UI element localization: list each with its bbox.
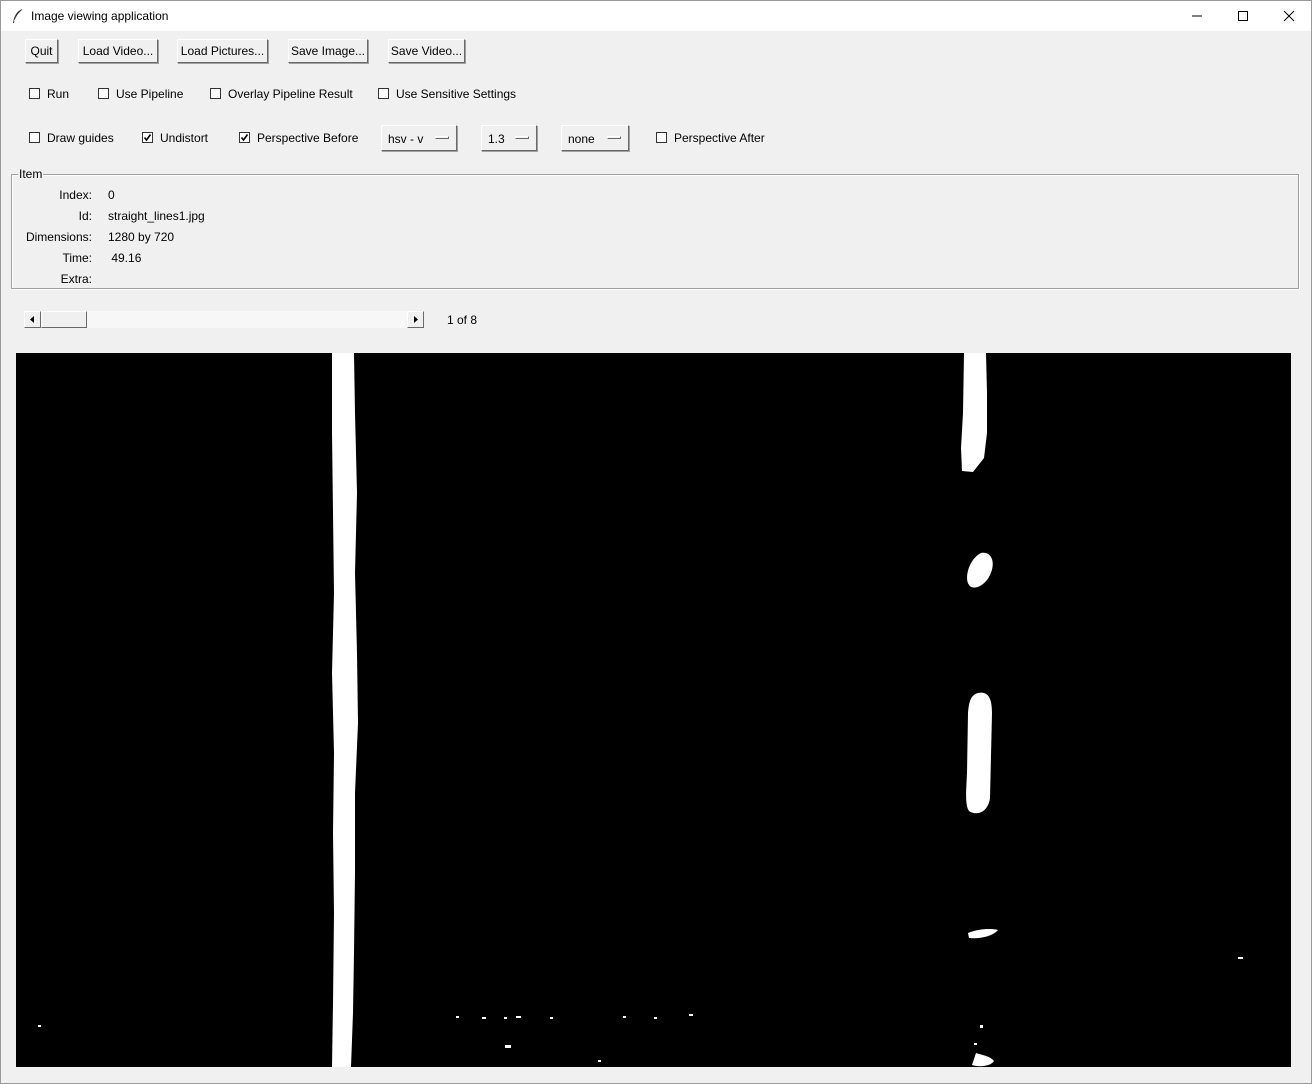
quit-button[interactable]: Quit: [25, 39, 58, 63]
item-frame: Item Index: 0 Id: straight_lines1.jpg Di…: [11, 167, 1299, 289]
right-lane-dash-2: [967, 552, 993, 588]
draw-guides-checkbox[interactable]: Draw guides: [29, 130, 129, 146]
checkmark-icon: [143, 134, 152, 142]
perspective-before-checkbox[interactable]: Perspective Before: [239, 130, 369, 146]
run-label: Run: [47, 87, 70, 101]
undistort-checkbox-box[interactable]: [142, 132, 153, 143]
maximize-button[interactable]: [1220, 1, 1266, 31]
sensitive-settings-label: Use Sensitive Settings: [396, 87, 517, 101]
dropdown-indicator-icon: [435, 136, 449, 139]
use-pipeline-checkbox-box[interactable]: [98, 88, 109, 99]
index-label: Index:: [59, 188, 92, 202]
sensitive-settings-checkbox-box[interactable]: [378, 88, 389, 99]
right-lane-dash-5: [972, 1053, 994, 1067]
minimize-button[interactable]: [1174, 1, 1220, 31]
binary-lane-image: [38, 353, 1243, 1067]
close-button[interactable]: [1266, 1, 1312, 31]
noise-specks: [38, 957, 1243, 1062]
title-bar[interactable]: Image viewing application: [1, 1, 1311, 31]
filter-select[interactable]: none: [561, 125, 629, 151]
color-space-select[interactable]: hsv - v: [381, 125, 457, 151]
left-lane-line: [332, 353, 358, 1067]
run-checkbox[interactable]: Run: [29, 86, 89, 102]
scale-value: 1.3: [488, 132, 505, 146]
scale-select[interactable]: 1.3: [481, 125, 537, 151]
image-display[interactable]: [16, 353, 1291, 1067]
frame-scrollbar[interactable]: [24, 311, 424, 328]
sensitive-settings-checkbox[interactable]: Use Sensitive Settings: [378, 86, 528, 102]
load-pictures-button[interactable]: Load Pictures...: [177, 39, 268, 63]
perspective-after-checkbox-box[interactable]: [656, 132, 667, 143]
scroll-thumb[interactable]: [41, 311, 87, 328]
overlay-pipeline-label: Overlay Pipeline Result: [228, 87, 353, 101]
id-label: Id:: [78, 209, 92, 223]
item-frame-legend: Item: [18, 167, 44, 181]
dropdown-indicator-icon: [607, 136, 621, 139]
window-title: Image viewing application: [31, 9, 169, 23]
save-video-button[interactable]: Save Video...: [388, 39, 465, 63]
overlay-pipeline-checkbox[interactable]: Overlay Pipeline Result: [210, 86, 360, 102]
filter-value: none: [568, 132, 595, 146]
feather-icon: [11, 8, 25, 24]
id-value: straight_lines1.jpg: [108, 209, 205, 223]
checkmark-icon: [240, 134, 249, 142]
right-lane-dash-4: [968, 929, 998, 939]
scroll-right-button[interactable]: [407, 311, 424, 328]
frame-position-label: 1 of 8: [447, 313, 478, 327]
time-value: 49.16: [108, 251, 142, 265]
triangle-left-icon: [30, 316, 34, 323]
color-space-value: hsv - v: [388, 132, 424, 146]
minimize-icon: [1192, 15, 1202, 17]
index-value: 0: [108, 188, 115, 202]
draw-guides-label: Draw guides: [47, 131, 114, 145]
undistort-checkbox[interactable]: Undistort: [142, 130, 222, 146]
use-pipeline-label: Use Pipeline: [116, 87, 184, 101]
perspective-before-label: Perspective Before: [257, 131, 359, 145]
triangle-right-icon: [414, 316, 418, 323]
right-lane-dash-3: [966, 692, 992, 814]
undistort-label: Undistort: [160, 131, 209, 145]
maximize-icon: [1238, 11, 1248, 21]
close-icon: [1283, 10, 1295, 22]
run-checkbox-box[interactable]: [29, 88, 40, 99]
time-label: Time:: [62, 251, 92, 265]
dropdown-indicator-icon: [515, 136, 529, 139]
overlay-pipeline-checkbox-box[interactable]: [210, 88, 221, 99]
scroll-left-button[interactable]: [24, 311, 41, 328]
save-image-button[interactable]: Save Image...: [288, 39, 368, 63]
dimensions-label: Dimensions:: [25, 230, 92, 244]
draw-guides-checkbox-box[interactable]: [29, 132, 40, 143]
perspective-before-checkbox-box[interactable]: [239, 132, 250, 143]
right-lane-dash-1: [961, 353, 987, 472]
perspective-after-label: Perspective After: [674, 131, 765, 145]
dimensions-value: 1280 by 720: [108, 230, 175, 244]
load-video-button[interactable]: Load Video...: [78, 39, 158, 63]
perspective-after-checkbox[interactable]: Perspective After: [656, 130, 786, 146]
use-pipeline-checkbox[interactable]: Use Pipeline: [98, 86, 198, 102]
extra-label: Extra:: [60, 272, 92, 286]
